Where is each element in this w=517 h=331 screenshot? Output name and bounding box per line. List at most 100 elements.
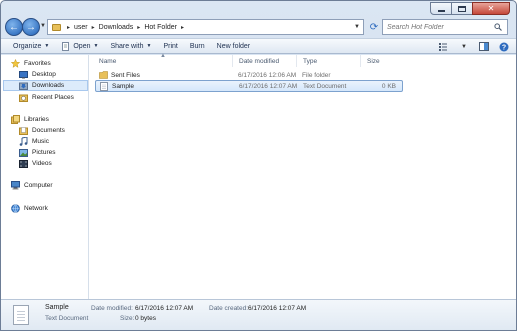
explorer-window: ✕ ← → ▼ ▸ user ▸ Downloads ▸ Hot Folder … xyxy=(0,0,517,331)
nav-network[interactable]: Network xyxy=(11,203,87,214)
nav-computer[interactable]: Computer xyxy=(11,180,87,191)
open-button[interactable]: Open ▼ xyxy=(55,39,104,53)
folder-icon xyxy=(52,23,61,31)
burn-button[interactable]: Burn xyxy=(184,39,211,53)
open-document-icon xyxy=(62,41,70,51)
breadcrumb-separator-icon[interactable]: ▸ xyxy=(181,24,184,31)
maximize-icon xyxy=(458,5,466,12)
nav-label: Documents xyxy=(32,127,65,134)
new-folder-button[interactable]: New folder xyxy=(211,39,256,53)
file-type: Text Document xyxy=(303,82,347,90)
details-file-type: Text Document xyxy=(45,315,89,322)
organize-button[interactable]: Organize ▼ xyxy=(1,39,55,53)
column-headers: ▲ Name Date modified Type Size xyxy=(90,53,516,67)
details-file-name: Sample xyxy=(45,304,69,311)
details-view-icon xyxy=(438,42,447,51)
desktop-icon xyxy=(19,70,28,79)
breadcrumb-user[interactable]: user xyxy=(74,24,88,31)
refresh-icon: ⟳ xyxy=(369,21,379,33)
close-icon: ✕ xyxy=(487,4,495,13)
forward-button[interactable]: → xyxy=(22,18,40,36)
minimize-button[interactable] xyxy=(430,2,452,15)
help-icon: ? xyxy=(499,42,509,51)
search-box[interactable] xyxy=(382,19,508,35)
content-area: Favorites Desktop Downloads Recent Place… xyxy=(1,53,516,299)
chevron-down-icon: ▼ xyxy=(40,23,46,29)
details-date-created-value: 6/17/2016 12:07 AM xyxy=(248,305,307,312)
breadcrumb-separator-icon[interactable]: ▸ xyxy=(67,24,70,31)
search-icon[interactable] xyxy=(491,23,505,31)
nav-label: Desktop xyxy=(32,71,56,78)
nav-documents[interactable]: Documents xyxy=(19,125,87,136)
nav-music[interactable]: Music xyxy=(19,136,87,147)
address-history-dropdown[interactable]: ▼ xyxy=(354,24,360,30)
nav-label: Libraries xyxy=(24,116,49,123)
videos-icon xyxy=(19,159,28,168)
star-icon xyxy=(11,59,20,68)
column-name[interactable]: Name xyxy=(93,55,233,67)
nav-label: Music xyxy=(32,138,49,145)
music-icon xyxy=(19,137,28,146)
downloads-folder-icon xyxy=(19,82,28,90)
back-button[interactable]: ← xyxy=(5,18,23,36)
nav-favorites[interactable]: Favorites xyxy=(11,58,87,69)
documents-icon xyxy=(19,126,28,135)
print-button[interactable]: Print xyxy=(157,39,183,53)
nav-recent-places[interactable]: Recent Places xyxy=(19,92,87,103)
search-input[interactable] xyxy=(383,23,491,31)
nav-label: Downloads xyxy=(32,82,65,89)
share-with-label: Share with xyxy=(110,42,144,50)
arrow-left-icon: ← xyxy=(9,21,19,33)
navigation-bar: ← → ▼ ▸ user ▸ Downloads ▸ Hot Folder ▸ … xyxy=(1,18,516,38)
column-date-modified[interactable]: Date modified xyxy=(233,55,297,67)
recent-places-icon xyxy=(19,94,28,102)
breadcrumb-downloads[interactable]: Downloads xyxy=(99,24,134,31)
nav-label: Network xyxy=(24,205,48,212)
column-type[interactable]: Type xyxy=(297,55,361,67)
details-size-value: 0 bytes xyxy=(135,315,156,322)
computer-icon xyxy=(11,181,20,190)
nav-downloads[interactable]: Downloads xyxy=(3,80,88,91)
details-pane: Sample Text Document Date modified: 6/17… xyxy=(1,299,516,330)
breadcrumb-separator-icon[interactable]: ▸ xyxy=(92,24,95,31)
svg-text:?: ? xyxy=(502,44,506,51)
chevron-down-icon: ▼ xyxy=(44,43,50,49)
details-date-modified-value: 6/17/2016 12:07 AM xyxy=(135,305,194,312)
address-bar[interactable]: ▸ user ▸ Downloads ▸ Hot Folder ▸ ▼ xyxy=(47,19,364,35)
nav-label: Recent Places xyxy=(32,94,74,101)
help-button[interactable]: ? xyxy=(498,41,510,52)
nav-label: Pictures xyxy=(32,149,56,156)
nav-label: Videos xyxy=(32,160,52,167)
nav-libraries[interactable]: Libraries xyxy=(11,114,87,125)
close-button[interactable]: ✕ xyxy=(472,2,510,15)
breadcrumb-separator-icon[interactable]: ▸ xyxy=(137,24,140,31)
file-list: ▲ Name Date modified Type Size Sent File… xyxy=(90,53,516,299)
view-options-dropdown[interactable]: ▼ xyxy=(458,41,470,52)
recent-pages-dropdown[interactable]: ▼ xyxy=(40,23,46,29)
open-label: Open xyxy=(73,42,91,50)
column-size[interactable]: Size xyxy=(361,55,405,67)
pictures-icon xyxy=(19,148,28,157)
breadcrumb-hot-folder[interactable]: Hot Folder xyxy=(144,24,177,31)
chevron-down-icon: ▼ xyxy=(146,43,152,49)
nav-pictures[interactable]: Pictures xyxy=(19,147,87,158)
preview-pane-button[interactable] xyxy=(478,41,490,52)
navigation-pane: Favorites Desktop Downloads Recent Place… xyxy=(1,55,89,299)
file-name: Sample xyxy=(112,82,135,90)
preview-pane-icon xyxy=(479,42,489,51)
libraries-icon xyxy=(11,115,20,124)
organize-label: Organize xyxy=(13,42,42,50)
nav-videos[interactable]: Videos xyxy=(19,158,87,169)
maximize-button[interactable] xyxy=(451,2,473,15)
minimize-icon xyxy=(437,10,445,12)
change-view-button[interactable] xyxy=(438,41,450,52)
nav-desktop[interactable]: Desktop xyxy=(19,69,87,80)
file-row[interactable]: Sample 6/17/2016 12:07 AM Text Document … xyxy=(95,80,403,92)
command-bar: Organize ▼ Open ▼ Share with ▼ Print Burn N… xyxy=(1,38,516,54)
chevron-down-icon: ▼ xyxy=(93,43,99,49)
share-with-button[interactable]: Share with ▼ xyxy=(104,39,157,53)
file-date-modified: 6/17/2016 12:07 AM xyxy=(239,82,298,90)
text-document-icon xyxy=(100,81,108,91)
refresh-button[interactable]: ⟳ xyxy=(367,20,381,34)
details-date-modified-label: Date modified: xyxy=(91,305,133,312)
